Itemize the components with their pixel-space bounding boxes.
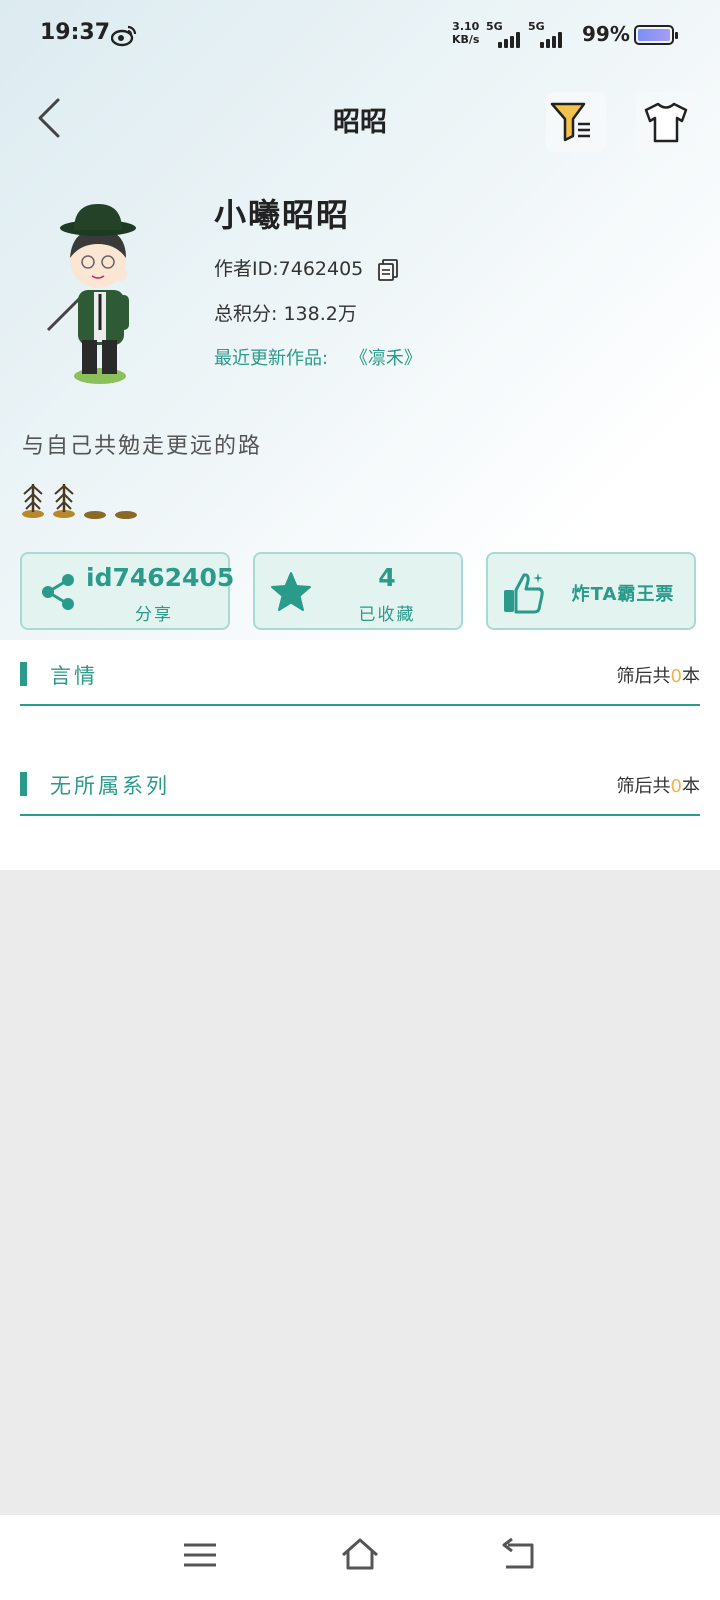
battery-icon	[634, 25, 678, 45]
outfit-button[interactable]	[636, 92, 696, 152]
network-speed: 3.10 KB/s	[452, 20, 480, 46]
signal-sim2-icon: 5G	[528, 20, 568, 48]
section-count: 筛后共0本	[616, 776, 700, 797]
score-row: 总积分: 138.2万	[214, 299, 357, 326]
share-card[interactable]: id7462405 分享	[20, 552, 235, 630]
tshirt-icon	[644, 102, 688, 143]
author-id-row: 作者ID:7462405	[214, 254, 399, 282]
latest-work-link[interactable]: 《凛禾》	[350, 348, 422, 369]
home-icon[interactable]	[340, 1535, 380, 1575]
favorite-count: 4	[378, 563, 396, 592]
share-icon	[42, 574, 74, 610]
star-icon	[271, 572, 311, 611]
weibo-icon	[111, 25, 137, 47]
favorite-label: 已收藏	[358, 605, 416, 625]
level-badges	[22, 484, 137, 519]
section-romance[interactable]: 言情 筛后共0本	[20, 652, 700, 712]
author-name: 小曦昭昭	[214, 196, 351, 234]
battery-percent: 99%	[582, 22, 630, 46]
copy-icon[interactable]	[377, 258, 399, 282]
section-divider	[20, 704, 700, 706]
author-id-label: 作者ID:	[214, 258, 279, 280]
menu-icon[interactable]	[180, 1535, 220, 1575]
score-label: 总积分:	[214, 303, 278, 325]
section-title: 言情	[50, 664, 98, 688]
author-motto: 与自己共勉走更远的路	[22, 434, 263, 459]
signal-sim1-icon: 5G	[486, 20, 526, 48]
score-value: 138.2万	[283, 303, 357, 325]
share-id: id7462405	[86, 563, 235, 592]
page-title: 昭昭	[333, 107, 387, 138]
vote-card[interactable]: 炸TA霸王票	[486, 552, 696, 630]
section-count: 筛后共0本	[616, 666, 700, 687]
section-title: 无所属系列	[50, 774, 170, 798]
filter-icon	[550, 102, 590, 142]
tree-badge-icon	[22, 484, 44, 518]
status-time: 19:37	[40, 20, 111, 45]
latest-work-row: 最近更新作品: 《凛禾》	[214, 344, 422, 370]
seed-badge-icon	[84, 511, 106, 519]
vote-label: 炸TA霸王票	[571, 584, 675, 605]
author-id-value: 7462405	[278, 258, 364, 280]
tree-badge-icon	[53, 484, 75, 518]
latest-work-label: 最近更新作品:	[214, 348, 329, 369]
share-label: 分享	[135, 605, 173, 625]
seed-badge-icon	[115, 511, 137, 519]
thumbs-up-icon	[504, 573, 544, 614]
section-no-series[interactable]: 无所属系列 筛后共0本	[20, 762, 700, 822]
system-nav-bar	[0, 1515, 720, 1600]
favorite-card[interactable]: 4 已收藏	[253, 552, 463, 630]
author-avatar	[46, 204, 136, 384]
status-bar: 19:37 3.10 KB/s 5G 5G 99%	[0, 0, 720, 70]
back-nav-icon[interactable]	[500, 1535, 540, 1575]
filter-button[interactable]	[546, 92, 606, 152]
section-divider	[20, 814, 700, 816]
